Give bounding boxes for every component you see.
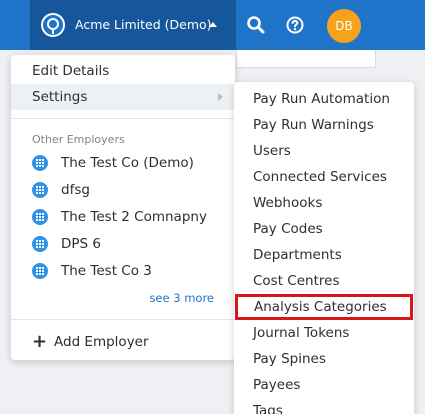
search-icon[interactable] (244, 13, 268, 37)
employer-item[interactable]: The Test Co (Demo) (11, 150, 235, 176)
submenu-item-label: Tags (253, 403, 283, 414)
submenu-item[interactable]: Connected Services (234, 164, 414, 190)
building-icon (32, 182, 48, 198)
submenu-item-label: Connected Services (253, 169, 387, 185)
menu-item-edit-details[interactable]: Edit Details (11, 58, 235, 84)
submenu-item-label: Pay Codes (253, 221, 323, 237)
submenu-item-label: Departments (253, 247, 342, 263)
submenu-item[interactable]: Payees (234, 372, 414, 398)
background-panel (236, 50, 376, 68)
employer-switcher-button[interactable]: Acme Limited (Demo) (30, 0, 236, 50)
submenu-item[interactable]: Pay Spines (234, 346, 414, 372)
employer-item[interactable]: dfsg (11, 177, 235, 203)
submenu-item-label: Journal Tokens (253, 325, 350, 341)
plus-icon: + (32, 331, 48, 352)
submenu-item-label: Analysis Categories (254, 299, 387, 315)
submenu-item-analysis-categories[interactable]: Analysis Categories (235, 294, 413, 320)
building-icon (32, 209, 48, 225)
settings-submenu: Pay Run Automation Pay Run Warnings User… (234, 82, 414, 414)
submenu-item-label: Payees (253, 377, 301, 393)
divider (11, 118, 235, 119)
employer-item[interactable]: The Test Co 3 (11, 258, 235, 284)
menu-item-settings[interactable]: Settings (11, 84, 235, 110)
submenu-item[interactable]: Tags (234, 398, 414, 414)
employer-name: DPS 6 (61, 236, 101, 252)
submenu-item[interactable]: Departments (234, 242, 414, 268)
employer-item[interactable]: The Test 2 Comnapny (11, 204, 235, 230)
submenu-item-label: Webhooks (253, 195, 323, 211)
submenu-item[interactable]: Pay Run Warnings (234, 112, 414, 138)
building-icon (32, 263, 48, 279)
employer-dropdown-menu: Edit Details Settings Other Employers Th… (11, 55, 235, 360)
menu-item-label: Edit Details (32, 63, 110, 79)
submenu-item-label: Users (253, 143, 291, 159)
menu-item-label: Settings (32, 89, 88, 105)
employer-name: The Test Co (Demo) (61, 155, 194, 171)
building-icon (32, 236, 48, 252)
add-employer-button[interactable]: + Add Employer (11, 329, 235, 355)
submenu-item[interactable]: Cost Centres (234, 268, 414, 294)
employer-item[interactable]: DPS 6 (11, 231, 235, 257)
submenu-item-label: Pay Spines (253, 351, 326, 367)
top-bar: Acme Limited (Demo) DB (0, 0, 425, 50)
chevron-right-icon (218, 93, 223, 101)
submenu-item-label: Cost Centres (253, 273, 340, 289)
user-avatar[interactable]: DB (327, 9, 361, 43)
caret-up-icon (209, 22, 217, 27)
submenu-item[interactable]: Pay Codes (234, 216, 414, 242)
employer-name: The Test 2 Comnapny (61, 209, 207, 225)
submenu-item[interactable]: Journal Tokens (234, 320, 414, 346)
submenu-item-label: Pay Run Automation (253, 91, 390, 107)
section-label-other-employers: Other Employers (32, 133, 125, 146)
help-icon[interactable] (283, 13, 307, 37)
app-logo-icon (41, 13, 65, 37)
see-more-link[interactable]: see 3 more (149, 291, 214, 305)
employer-name: The Test Co 3 (61, 263, 152, 279)
submenu-item-label: Pay Run Warnings (253, 117, 374, 133)
submenu-item[interactable]: Pay Run Automation (234, 86, 414, 112)
add-employer-label: Add Employer (54, 334, 149, 350)
submenu-item[interactable]: Users (234, 138, 414, 164)
divider (11, 319, 235, 320)
employer-name: dfsg (61, 182, 90, 198)
current-employer-name: Acme Limited (Demo) (75, 17, 212, 32)
submenu-item[interactable]: Webhooks (234, 190, 414, 216)
building-icon (32, 155, 48, 171)
